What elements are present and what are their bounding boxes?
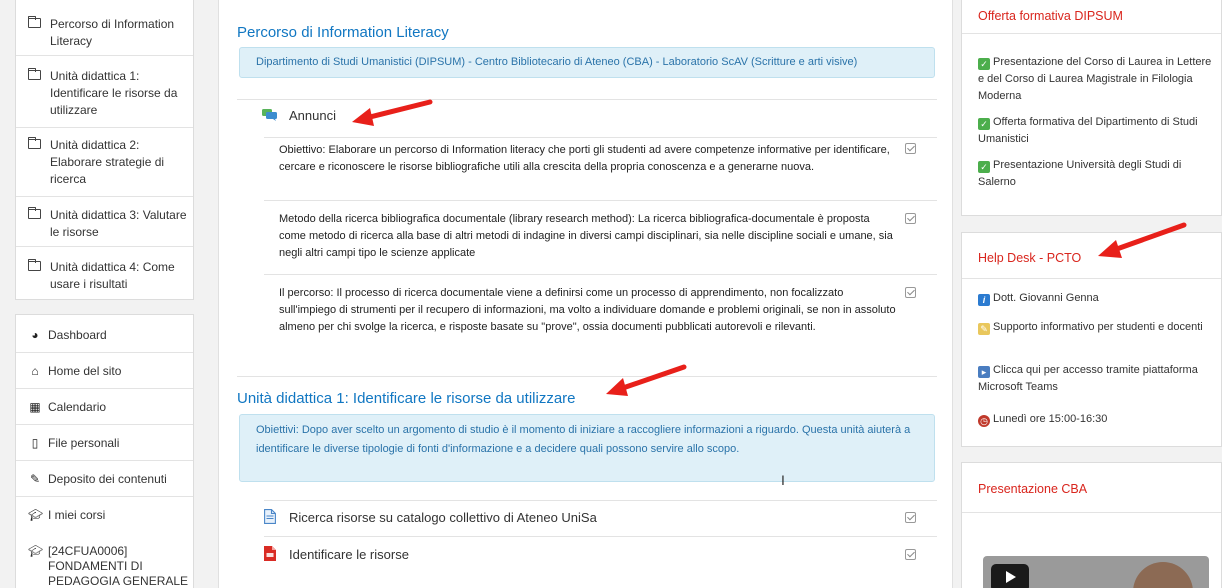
help-desk-contact: i Dott. Giovanni Genna: [978, 290, 1218, 307]
link-offerta-dipartimento[interactable]: ✓ Offerta formativa del Dipartimento di S…: [978, 114, 1218, 148]
text-cursor-icon: I: [781, 472, 785, 488]
nav-deposito-contenuti[interactable]: ✎ Deposito dei contenuti: [16, 461, 193, 497]
site-navigation: ◕ Dashboard ⌂ Home del sito ▦ Calendario…: [15, 314, 194, 588]
help-desk-support: ✎ Supporto informativo per studenti e doc…: [978, 319, 1218, 336]
nav-section-unita-3[interactable]: Unità didattica 3: Valutare le risorse: [16, 206, 193, 247]
nav-calendario[interactable]: ▦ Calendario: [16, 389, 193, 425]
resource-link-identificare[interactable]: Identificare le risorse: [289, 547, 409, 562]
info-icon: i: [978, 294, 990, 306]
checkmark-icon: ✓: [978, 161, 990, 173]
block-title-offerta: Offerta formativa DIPSUM: [978, 9, 1123, 23]
page-icon: [264, 509, 276, 524]
pencil-icon: ✎: [978, 323, 990, 335]
dashboard-icon: ◕: [31, 328, 39, 342]
label-obiettivo: Obiettivo: Elaborare un percorso di Info…: [279, 144, 890, 173]
clock-icon: ◷: [978, 415, 990, 427]
nav-home-del-sito[interactable]: ⌂ Home del sito: [16, 353, 193, 389]
label-percorso: Il percorso: Il processo di ricerca docu…: [279, 287, 896, 333]
folder-icon: [27, 136, 41, 149]
left-column: Percorso di Information Literacy Unità d…: [15, 0, 194, 588]
label-metodo: Metodo della ricerca bibliografica docum…: [279, 213, 893, 259]
divider: [264, 137, 937, 138]
course-content: Percorso di Information Literacy Diparti…: [218, 0, 953, 588]
nav-section-unita-4[interactable]: Unità didattica 4: Come usare i risultat…: [16, 258, 193, 299]
help-desk-hours: ◷ Lunedì ore 15:00-16:30: [978, 411, 1218, 428]
completion-check-icon[interactable]: [905, 287, 916, 298]
play-icon[interactable]: [991, 564, 1029, 588]
teams-icon: ▸: [978, 366, 990, 378]
checkmark-icon: ✓: [978, 118, 990, 130]
divider: [264, 500, 937, 501]
completion-check-icon[interactable]: [905, 512, 916, 523]
nav-section-unita-2[interactable]: Unità didattica 2: Elaborare strategie d…: [16, 136, 193, 197]
checkmark-icon: ✓: [978, 58, 990, 70]
folder-icon: [27, 258, 41, 271]
annotation-arrow-icon: [1098, 222, 1187, 258]
section-summary-percorso: Dipartimento di Studi Umanistici (DIPSUM…: [239, 47, 935, 78]
nav-section-unita-1[interactable]: Unità didattica 1: Identificare le risor…: [16, 67, 193, 128]
home-icon: ⌂: [31, 364, 39, 378]
graduation-cap-icon: 🎓︎: [28, 508, 44, 522]
link-presentazione-universita[interactable]: ✓ Presentazione Università degli Studi di…: [978, 157, 1218, 191]
video-thumbnail: [1133, 562, 1193, 588]
divider: [264, 200, 937, 201]
divider: [264, 274, 937, 275]
nav-course-link[interactable]: 🎓︎ [24CFUA0006] FONDAMENTI DI PEDAGOGIA …: [16, 544, 193, 588]
link-presentazione-corso[interactable]: ✓ Presentazione del Corso di Laurea in Le…: [978, 54, 1218, 105]
link-microsoft-teams[interactable]: ▸ Clicca qui per accesso tramite piattafo…: [978, 362, 1218, 396]
divider: [237, 376, 937, 377]
folder-icon: [27, 67, 41, 80]
nav-file-personali[interactable]: ▯ File personali: [16, 425, 193, 461]
nav-section-percorso[interactable]: Percorso di Information Literacy: [16, 15, 193, 56]
video-player[interactable]: [983, 556, 1209, 588]
block-title-cba: Presentazione CBA: [978, 482, 1088, 496]
nav-dashboard[interactable]: ◕ Dashboard: [16, 317, 193, 353]
folder-icon: [27, 15, 41, 28]
forum-icon: [262, 109, 277, 121]
folder-icon: [27, 206, 41, 219]
block-title-help-desk: Help Desk - PCTO: [978, 251, 1082, 265]
course-sections-nav: Percorso di Information Literacy Unità d…: [15, 0, 194, 300]
brush-icon: ✎: [29, 472, 41, 486]
completion-check-icon[interactable]: [905, 549, 916, 560]
section-title-unita-1[interactable]: Unità didattica 1: Identificare le risor…: [237, 390, 576, 407]
divider: [237, 99, 937, 100]
pdf-icon: [264, 546, 276, 561]
graduation-cap-icon: 🎓︎: [28, 544, 44, 558]
divider: [962, 512, 1221, 513]
annotation-arrow-icon: [352, 99, 433, 126]
nav-i-miei-corsi[interactable]: 🎓︎ I miei corsi: [16, 497, 193, 533]
completion-check-icon[interactable]: [905, 213, 916, 224]
annunci-forum-link[interactable]: Annunci: [289, 108, 336, 123]
file-icon: ▯: [31, 436, 39, 450]
block-help-desk: Help Desk - PCTO i Dott. Giovanni Genna ✎…: [961, 232, 1222, 447]
resource-link-catalogo[interactable]: Ricerca risorse su catalogo collettivo d…: [289, 510, 597, 525]
divider: [962, 278, 1221, 279]
divider: [264, 536, 937, 537]
divider: [962, 33, 1221, 34]
block-offerta-formativa: Offerta formativa DIPSUM ✓ Presentazione …: [961, 0, 1222, 216]
completion-check-icon[interactable]: [905, 143, 916, 154]
annotation-arrow-icon: [606, 364, 687, 396]
section-summary-unita-1: Obiettivi: Dopo aver scelto un argomento…: [239, 414, 935, 482]
calendar-icon: ▦: [29, 400, 41, 414]
right-column: Offerta formativa DIPSUM ✓ Presentazione …: [961, 0, 1222, 588]
section-title-percorso[interactable]: Percorso di Information Literacy: [237, 24, 449, 41]
